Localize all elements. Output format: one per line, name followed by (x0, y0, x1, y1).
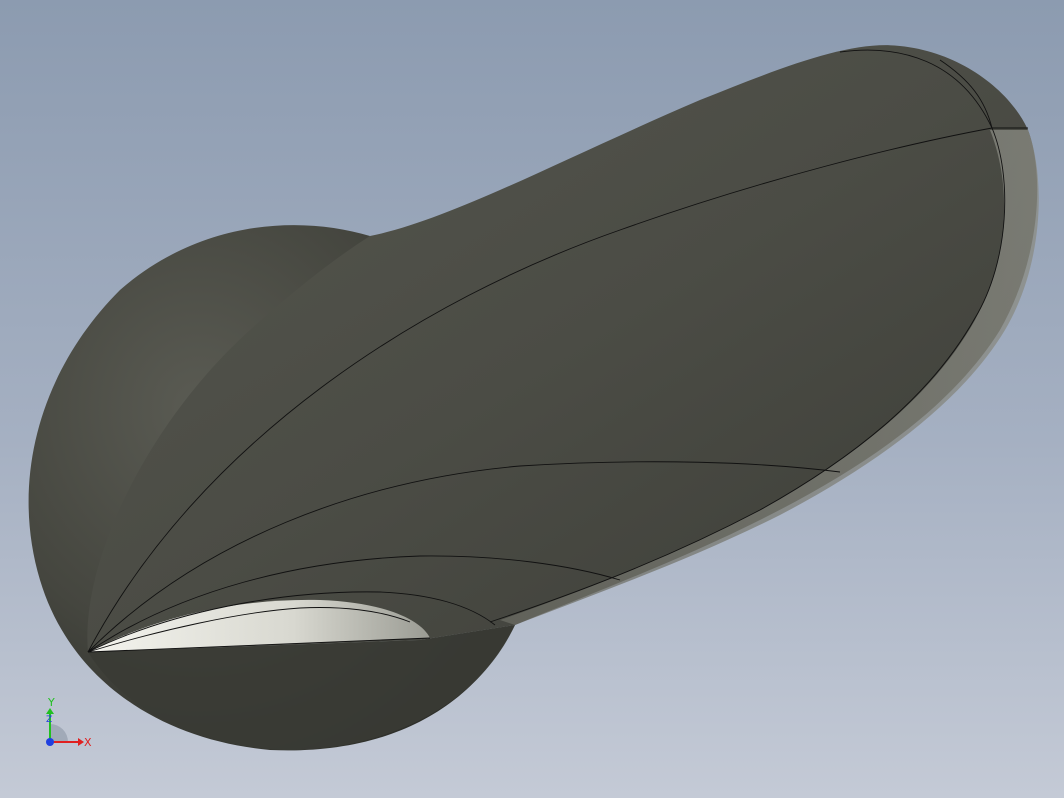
z-axis-label: Z (46, 715, 52, 725)
x-axis-label: X (84, 736, 92, 749)
graphics-viewport[interactable]: X Y Z (0, 0, 1064, 798)
propeller-blade-model[interactable] (0, 0, 1064, 798)
y-axis-label: Y (47, 696, 55, 709)
coordinate-triad: X Y Z (46, 696, 92, 749)
z-axis-dot (46, 738, 54, 746)
